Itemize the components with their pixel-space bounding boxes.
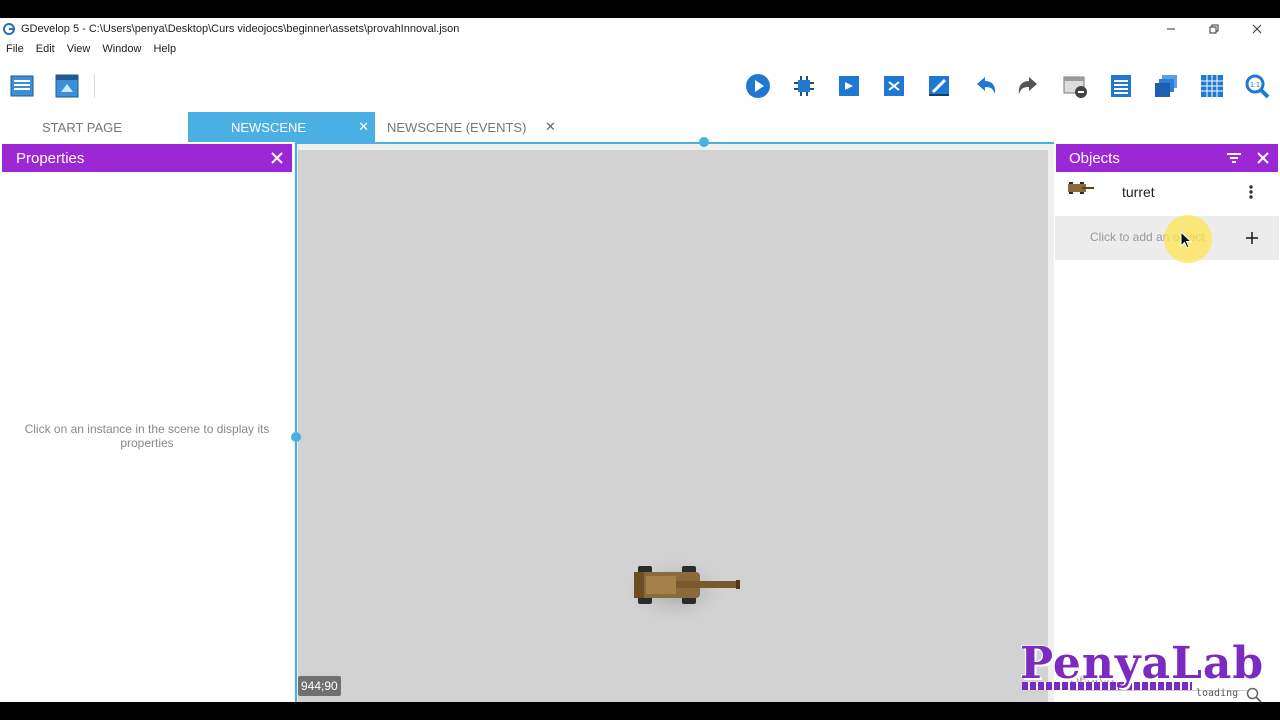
- close-window-button[interactable]: [1235, 18, 1279, 40]
- gdevelop-window: GDevelop 5 - C:\Users\penya\Desktop\Curs…: [0, 18, 1280, 702]
- layers-button[interactable]: [1151, 71, 1181, 101]
- menu-help[interactable]: Help: [147, 40, 182, 60]
- gdevelop-logo-icon: [3, 23, 15, 35]
- cursor-coordinates: 944;90: [298, 676, 341, 696]
- project-manager-icon: [10, 75, 34, 97]
- close-panel-icon[interactable]: [270, 151, 284, 165]
- object-groups-icon: [884, 76, 904, 96]
- splitter-handle[interactable]: [291, 432, 301, 442]
- minimize-button[interactable]: [1149, 18, 1193, 40]
- properties-panel-header: Properties: [2, 144, 292, 172]
- window-title: GDevelop 5 - C:\Users\penya\Desktop\Curs…: [21, 23, 460, 35]
- tab-label: START PAGE: [42, 119, 122, 135]
- panel-splitter[interactable]: [295, 142, 297, 702]
- svg-text:1:1: 1:1: [1250, 82, 1260, 89]
- properties-hint: Click on an instance in the scene to dis…: [24, 422, 270, 450]
- object-item[interactable]: turret: [1054, 174, 1280, 210]
- redo-icon: [1018, 77, 1037, 94]
- menu-edit[interactable]: Edit: [30, 40, 61, 60]
- objects-title: Objects: [1069, 149, 1120, 167]
- delete-button[interactable]: [1060, 71, 1090, 101]
- filter-icon[interactable]: [1226, 151, 1242, 165]
- zoom-icon: 1:1: [1245, 74, 1270, 99]
- add-icon[interactable]: [1245, 231, 1259, 245]
- add-instance-icon: [839, 76, 859, 96]
- more-vert-icon[interactable]: [1247, 184, 1255, 200]
- properties-panel: Properties Click on an instance in the s…: [0, 142, 294, 702]
- restore-button[interactable]: [1192, 18, 1236, 40]
- close-tab-icon[interactable]: ✕: [545, 119, 556, 135]
- properties-title: Properties: [16, 149, 85, 167]
- instances-list-icon: [1111, 75, 1131, 97]
- scene-window-button[interactable]: [52, 71, 82, 101]
- edit-icon: [929, 76, 949, 96]
- scene-top-border: [297, 142, 1054, 144]
- tab-newscene[interactable]: NEWSCENE ✕: [188, 112, 375, 142]
- tab-label: NEWSCENE: [230, 119, 307, 135]
- debugger-button[interactable]: [789, 71, 819, 101]
- toolbar: 1:1: [0, 60, 1280, 112]
- menu-file[interactable]: File: [0, 40, 30, 60]
- turret-instance[interactable]: [616, 546, 756, 626]
- top-splitter-handle[interactable]: [699, 137, 709, 147]
- watermark-logo-text: PenyaLab: [1020, 638, 1265, 689]
- penyalab-watermark: PenyaLab loading ...: [1020, 638, 1263, 702]
- edit-button[interactable]: [924, 71, 954, 101]
- preview-icon: [746, 74, 770, 98]
- instances-list-button[interactable]: [1106, 71, 1136, 101]
- object-name: turret: [1122, 184, 1155, 200]
- turret-sprite-icon: [1068, 182, 1094, 194]
- object-groups-button[interactable]: [879, 71, 909, 101]
- grid-icon: [1201, 75, 1223, 97]
- scene-editor[interactable]: [294, 142, 1054, 702]
- toolbar-separator: [94, 74, 95, 98]
- add-instance-button[interactable]: [834, 71, 864, 101]
- scene-window-icon: [55, 74, 79, 98]
- tab-label: NEWSCENE (EVENTS): [387, 119, 527, 135]
- objects-panel: Objects turret Click to add an object Se…: [1054, 142, 1280, 702]
- restore-icon: [1209, 24, 1219, 34]
- editor-tabs: START PAGE NEWSCENE ✕ NEWSCENE (EVENTS) …: [0, 112, 1280, 142]
- close-icon: [1252, 24, 1262, 34]
- preview-button[interactable]: [743, 71, 773, 101]
- zoom-reset-button[interactable]: 1:1: [1242, 71, 1272, 101]
- debugger-icon: [794, 76, 814, 96]
- grid-button[interactable]: [1197, 71, 1227, 101]
- undo-icon: [977, 77, 996, 94]
- close-tab-icon[interactable]: ✕: [358, 119, 369, 135]
- title-bar: GDevelop 5 - C:\Users\penya\Desktop\Curs…: [0, 18, 1280, 40]
- objects-panel-header: Objects: [1056, 144, 1278, 172]
- watermark-loading-text: loading ...: [1196, 688, 1239, 702]
- tab-newscene-events[interactable]: NEWSCENE (EVENTS) ✕: [375, 112, 565, 142]
- menu-window[interactable]: Window: [96, 40, 147, 60]
- redo-button[interactable]: [1014, 71, 1044, 101]
- mouse-cursor-icon: [1180, 231, 1193, 249]
- undo-button[interactable]: [970, 71, 1000, 101]
- close-panel-icon[interactable]: [1256, 151, 1270, 165]
- tab-start-page[interactable]: START PAGE: [0, 112, 188, 142]
- add-object-row[interactable]: Click to add an object: [1055, 215, 1279, 263]
- project-manager-button[interactable]: [7, 71, 37, 101]
- minimize-icon: [1167, 28, 1175, 30]
- delete-icon: [1063, 76, 1087, 98]
- menu-bar: File Edit View Window Help: [0, 40, 182, 60]
- layers-icon: [1155, 75, 1177, 97]
- menu-view[interactable]: View: [61, 40, 97, 60]
- scene-canvas[interactable]: [298, 150, 1048, 702]
